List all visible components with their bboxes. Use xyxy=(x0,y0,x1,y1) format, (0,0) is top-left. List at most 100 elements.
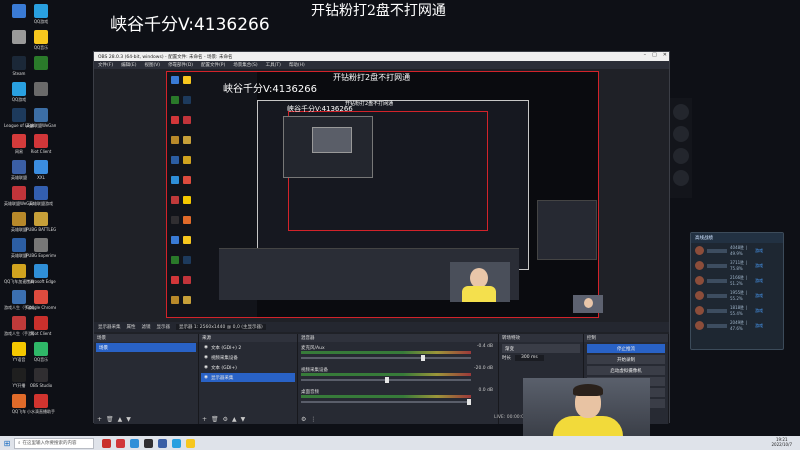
menu-profile[interactable]: 配置文件(P) xyxy=(201,62,225,68)
source-item-label: 文本 (GDI+) xyxy=(210,365,237,371)
system-clock[interactable]: 19:21 2022/10/7 xyxy=(771,437,792,447)
round-button-icon[interactable] xyxy=(673,126,689,142)
win-rate: 2049胜 | 47.6% xyxy=(730,320,747,331)
maximize-icon[interactable]: □ xyxy=(652,52,657,58)
close-icon[interactable]: ✕ xyxy=(663,52,667,58)
preview-mini-icon xyxy=(183,196,191,204)
virtual-camera-button[interactable]: 启动虚拟摄像机 xyxy=(587,366,665,375)
source-item[interactable]: ◉ 视频采集设备 xyxy=(201,353,295,362)
lol-icon xyxy=(12,212,26,226)
minimize-icon[interactable]: – xyxy=(644,52,647,58)
add-source-icon[interactable]: + xyxy=(202,416,207,423)
source-item-label: 显示器采集 xyxy=(210,375,234,381)
preview-mini-icon xyxy=(171,176,179,184)
filters-button[interactable]: 滤镜 xyxy=(142,324,151,330)
properties-button[interactable]: 属性 xyxy=(127,324,136,330)
desktop-shortcut[interactable]: 小水滴直播助手 xyxy=(27,394,55,424)
player-name-bar xyxy=(707,263,727,268)
edge-icon[interactable] xyxy=(130,438,139,448)
round-button-icon[interactable] xyxy=(673,104,689,120)
fader-handle[interactable] xyxy=(421,355,425,361)
clock-date: 2022/10/7 xyxy=(771,442,792,447)
volume-fader[interactable] xyxy=(301,377,471,383)
mixer-track: 视频采集设备 -20.0 dB xyxy=(301,366,495,386)
duration-row: 时长 300 ms xyxy=(499,355,583,361)
move-up-icon[interactable]: ▲ xyxy=(118,416,123,423)
obs-icon[interactable] xyxy=(144,438,153,448)
move-down-icon[interactable]: ▼ xyxy=(126,416,131,423)
avatar xyxy=(695,276,704,285)
row-link[interactable]: 游戏 xyxy=(755,308,763,314)
menu-edit[interactable]: 编辑(E) xyxy=(121,62,136,68)
eye-icon[interactable]: ◉ xyxy=(204,355,208,360)
side-panel-row: 2049胜 | 47.6% 游戏 xyxy=(691,318,783,333)
volume-fader[interactable] xyxy=(301,355,471,361)
obs-preview-canvas[interactable]: 峡谷千分V:4136266 开钻粉打2盘不打网通 峡谷千分V:4136266 开… xyxy=(166,71,603,318)
menu-file[interactable]: 文件(F) xyxy=(98,62,113,68)
row-link[interactable]: 游戏 xyxy=(755,248,763,254)
duration-input[interactable]: 300 ms xyxy=(515,355,544,361)
source-item-selected[interactable]: ◉ 显示器采集 xyxy=(201,373,295,382)
windows-start-icon[interactable]: ⊞ xyxy=(0,436,14,450)
row-link[interactable]: 游戏 xyxy=(755,278,763,284)
fader-handle[interactable] xyxy=(385,377,389,383)
player-name-bar xyxy=(707,323,727,328)
move-up-icon[interactable]: ▲ xyxy=(232,416,237,423)
transition-select[interactable]: 渐变 xyxy=(502,344,580,353)
move-down-icon[interactable]: ▼ xyxy=(241,416,246,423)
side-panel-row: 1818胜 | 55.4% 游戏 xyxy=(691,303,783,318)
row-link[interactable]: 游戏 xyxy=(755,293,763,299)
row-link[interactable]: 游戏 xyxy=(755,263,763,269)
webcam-feed xyxy=(523,378,650,436)
riot-client-icon[interactable] xyxy=(102,438,111,448)
fader-handle[interactable] xyxy=(467,399,471,405)
round-button-icon[interactable] xyxy=(673,170,689,186)
taskbar-search[interactable]: ⌕ 在这里输入你要搜索的内容 xyxy=(14,437,94,449)
app-icon xyxy=(12,290,26,304)
remove-source-icon[interactable]: 🗑 xyxy=(211,416,219,423)
mixer-track-db: -20.0 dB xyxy=(473,366,493,371)
qq-icon[interactable] xyxy=(172,438,181,448)
start-recording-button[interactable]: 开始录制 xyxy=(587,355,665,364)
source-item[interactable]: ◉ 文本 (GDI+) xyxy=(201,363,295,372)
obs-window: OBS 28.0.3 (64-bit, windows) - 配置文件: 未命名… xyxy=(93,51,670,424)
desktop-shortcut-label: Microsoft Edge xyxy=(26,279,56,284)
add-scene-icon[interactable]: + xyxy=(97,416,102,423)
display-select[interactable]: 显示器 1: 2560x1440 @ 0,0 (主显示器) xyxy=(176,324,266,330)
riot-icon xyxy=(34,316,48,330)
obs-menu-bar: 文件(F) 编辑(E) 视图(V) 停靠部件(D) 配置文件(P) 场景集合(S… xyxy=(94,61,669,69)
volume-meter xyxy=(301,395,471,398)
eye-icon[interactable]: ◉ xyxy=(204,345,208,350)
menu-tools[interactable]: 工具(T) xyxy=(266,62,281,68)
menu-view[interactable]: 视图(V) xyxy=(144,62,160,68)
preview-mini-icon xyxy=(171,276,179,284)
round-button-icon[interactable] xyxy=(673,148,689,164)
desktop-shortcut-label: XXL xyxy=(37,175,45,180)
gear-icon[interactable]: ⚙ xyxy=(223,416,228,423)
row-link[interactable]: 游戏 xyxy=(755,323,763,329)
menu-help[interactable]: 帮助(H) xyxy=(289,62,305,68)
desktop-shortcut-label: PUBG BATTLEGR... xyxy=(26,227,56,232)
stop-stream-button[interactable]: 停止推流 xyxy=(587,344,665,353)
preview-mini-icon xyxy=(171,76,179,84)
app-icon[interactable] xyxy=(116,438,125,448)
lol-icon[interactable] xyxy=(158,438,167,448)
lol-icon xyxy=(12,186,26,200)
scene-item[interactable]: 场景 xyxy=(96,343,196,352)
remove-scene-icon[interactable]: 🗑 xyxy=(106,416,114,423)
background-app-strip xyxy=(670,98,692,198)
eye-icon[interactable]: ◉ xyxy=(204,365,208,370)
menu-docks[interactable]: 停靠部件(D) xyxy=(168,62,193,68)
player-name-bar xyxy=(707,293,727,298)
volume-fader[interactable] xyxy=(301,399,471,405)
preview-mini-icon xyxy=(183,216,191,224)
more-icon[interactable]: ⋮ xyxy=(310,416,316,423)
player-name-bar xyxy=(707,308,727,313)
source-item-label: 视频采集设备 xyxy=(210,355,238,361)
eye-icon[interactable]: ◉ xyxy=(204,375,208,380)
source-item[interactable]: ◉ 文本 (GDI+) 2 xyxy=(201,343,295,352)
menu-scene-collection[interactable]: 场景集合(S) xyxy=(233,62,257,68)
gear-icon[interactable]: ⚙ xyxy=(301,416,306,423)
folder-icon[interactable] xyxy=(186,438,195,448)
app-icon xyxy=(34,394,48,408)
